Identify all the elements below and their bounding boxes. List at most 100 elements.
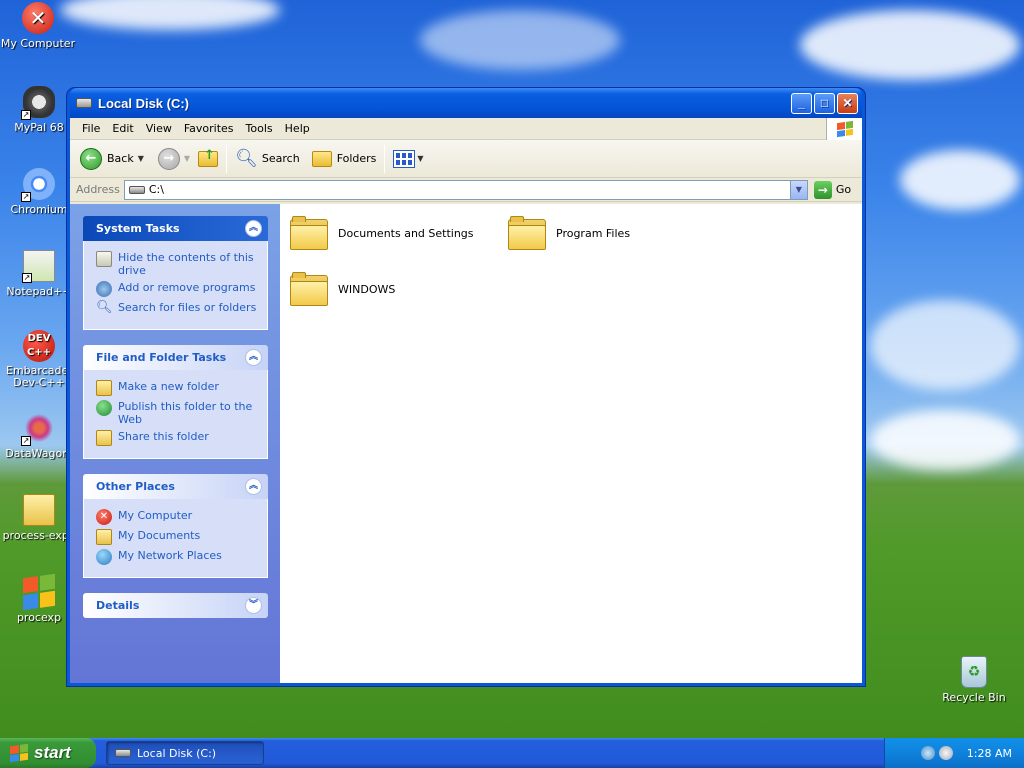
desktop-icon-datawagon[interactable]: ↗ DataWagon. <box>1 412 77 460</box>
desktop-icon-my-computer[interactable]: ✕ My Computer <box>0 2 76 50</box>
task-new-folder[interactable]: Make a new folder <box>96 380 257 396</box>
recycle-bin-icon: ♻ <box>961 656 987 688</box>
minimize-button[interactable]: _ <box>791 93 812 114</box>
views-icon <box>393 149 416 168</box>
menu-tools[interactable]: Tools <box>240 122 279 135</box>
task-label: Search for files or folders <box>118 301 257 314</box>
task-publish-web[interactable]: Publish this folder to the Web <box>96 400 257 426</box>
network-places-icon <box>96 549 112 565</box>
place-my-computer[interactable]: ✕ My Computer <box>96 509 257 525</box>
file-folder-tasks-header[interactable]: File and Folder Tasks ︽ <box>83 345 268 370</box>
folder-program-files[interactable]: Program Files <box>508 216 630 250</box>
other-places-panel: Other Places ︽ ✕ My Computer My Document… <box>83 474 268 578</box>
forward-arrow-icon: → <box>157 147 180 170</box>
place-label: My Documents <box>118 529 201 542</box>
desktop-icon-label: DataWagon. <box>5 447 73 460</box>
address-value: C:\ <box>148 183 164 196</box>
file-view: Documents and Settings Program Files WIN… <box>280 204 862 683</box>
address-dropdown-button[interactable]: ▼ <box>789 180 807 199</box>
network-icon[interactable] <box>920 746 935 760</box>
menu-favorites[interactable]: Favorites <box>178 122 240 135</box>
desktop-icon-notepadpp[interactable]: ↗ Notepad++ <box>1 250 77 298</box>
shortcut-arrow-icon: ↗ <box>22 273 32 283</box>
desktop-icon-process-explorer-zip[interactable]: process-expl. <box>1 494 77 542</box>
taskbar-button-label: Local Disk (C:) <box>137 746 217 760</box>
search-button[interactable]: 🔍︎ Search <box>231 146 304 171</box>
chromium-icon: ↗ <box>21 168 55 202</box>
zip-folder-icon <box>23 494 55 526</box>
explorer-window[interactable]: Local Disk (C:) _ □ ✕ File Edit View Fav… <box>67 88 865 686</box>
desktop-icon-label: Embarcadero Dev-C++ <box>6 365 72 389</box>
go-button[interactable]: → Go <box>813 180 852 199</box>
new-folder-icon <box>96 380 112 396</box>
task-search-files[interactable]: 🔍︎ Search for files or folders <box>96 301 257 317</box>
menu-help[interactable]: Help <box>279 122 316 135</box>
chevron-down-icon[interactable]: ▼ <box>184 154 190 163</box>
maximize-button[interactable]: □ <box>814 93 835 114</box>
folder-label: WINDOWS <box>338 282 396 296</box>
place-my-documents[interactable]: My Documents <box>96 529 257 545</box>
chevron-down-icon[interactable]: ▼ <box>138 154 144 163</box>
windows-logo-icon <box>826 118 862 140</box>
place-network-places[interactable]: My Network Places <box>96 549 257 565</box>
system-tasks-header[interactable]: System Tasks ︽ <box>83 216 268 241</box>
desktop-icon-mypal[interactable]: ↗ MyPal 68 <box>1 86 77 134</box>
panel-title: Other Places <box>96 480 175 493</box>
raccoon-icon: ↗ <box>21 86 55 120</box>
taskbar-button-local-disk[interactable]: Local Disk (C:) <box>106 741 264 765</box>
collapse-icon[interactable]: ︽ <box>245 220 262 237</box>
go-label: Go <box>835 183 852 196</box>
task-label: Publish this folder to the Web <box>118 400 253 426</box>
back-button[interactable]: ← Back ▼ <box>76 146 148 172</box>
chevron-down-icon[interactable]: ▼ <box>417 154 423 163</box>
folder-documents-and-settings[interactable]: Documents and Settings <box>290 216 474 250</box>
desktop-icon-chromium[interactable]: ↗ Chromium <box>1 168 77 216</box>
menu-view[interactable]: View <box>140 122 178 135</box>
address-bar: Address C:\ ▼ → Go <box>70 178 862 202</box>
task-pane: System Tasks ︽ Hide the contents of this… <box>70 204 280 683</box>
volume-icon[interactable] <box>938 746 953 760</box>
collapse-icon[interactable]: ︽ <box>245 478 262 495</box>
search-icon: 🔍︎ <box>96 300 113 315</box>
folder-windows[interactable]: WINDOWS <box>290 272 395 306</box>
shortcut-arrow-icon: ↗ <box>21 436 31 446</box>
folders-button[interactable]: Folders <box>308 149 381 169</box>
forward-button[interactable]: → ▼ <box>154 146 194 172</box>
search-label: Search <box>261 152 300 165</box>
task-share-folder[interactable]: Share this folder <box>96 430 257 446</box>
desktop-icon-recycle-bin[interactable]: ♻ Recycle Bin <box>936 656 1012 704</box>
panel-title: Details <box>96 599 140 612</box>
clock[interactable]: 1:28 AM <box>967 747 1012 760</box>
task-hide-contents[interactable]: Hide the contents of this drive <box>96 251 257 277</box>
datawagon-icon: ↗ <box>21 412 55 446</box>
desktop-icon-devcpp[interactable]: DEV C++ Embarcadero Dev-C++ <box>1 330 77 389</box>
up-folder-button[interactable]: ↑ <box>194 148 222 169</box>
details-header[interactable]: Details ︾ <box>83 593 268 618</box>
task-add-remove-programs[interactable]: Add or remove programs <box>96 281 257 297</box>
address-input[interactable]: C:\ ▼ <box>123 179 808 200</box>
search-icon: 🔍︎ <box>235 148 258 169</box>
folder-label: Program Files <box>556 226 631 240</box>
folders-icon <box>311 150 332 167</box>
menu-edit[interactable]: Edit <box>106 122 139 135</box>
task-label: Make a new folder <box>118 380 219 393</box>
file-folder-tasks-panel: File and Folder Tasks ︽ Make a new folde… <box>83 345 268 459</box>
collapse-icon[interactable]: ︽ <box>245 349 262 366</box>
windows-flag-icon <box>10 743 28 763</box>
views-button[interactable]: ▼ <box>389 148 427 170</box>
folders-label: Folders <box>336 152 377 165</box>
task-label: Share this folder <box>118 430 209 443</box>
other-places-header[interactable]: Other Places ︽ <box>83 474 268 499</box>
start-button[interactable]: start <box>0 738 96 768</box>
up-folder-icon: ↑ <box>198 148 219 167</box>
toolbar: ← Back ▼ → ▼ ↑ 🔍︎ Search Folders ▼ <box>70 140 862 178</box>
close-button[interactable]: ✕ <box>837 93 858 114</box>
menu-file[interactable]: File <box>76 122 106 135</box>
title-bar[interactable]: Local Disk (C:) _ □ ✕ <box>70 88 862 118</box>
desktop-icon-procexp[interactable]: procexp <box>1 573 77 624</box>
windows-flag-icon <box>23 573 55 611</box>
panel-title: File and Folder Tasks <box>96 351 227 364</box>
expand-icon[interactable]: ︾ <box>245 597 262 614</box>
add-remove-programs-icon <box>96 281 112 297</box>
place-label: My Network Places <box>118 549 222 562</box>
